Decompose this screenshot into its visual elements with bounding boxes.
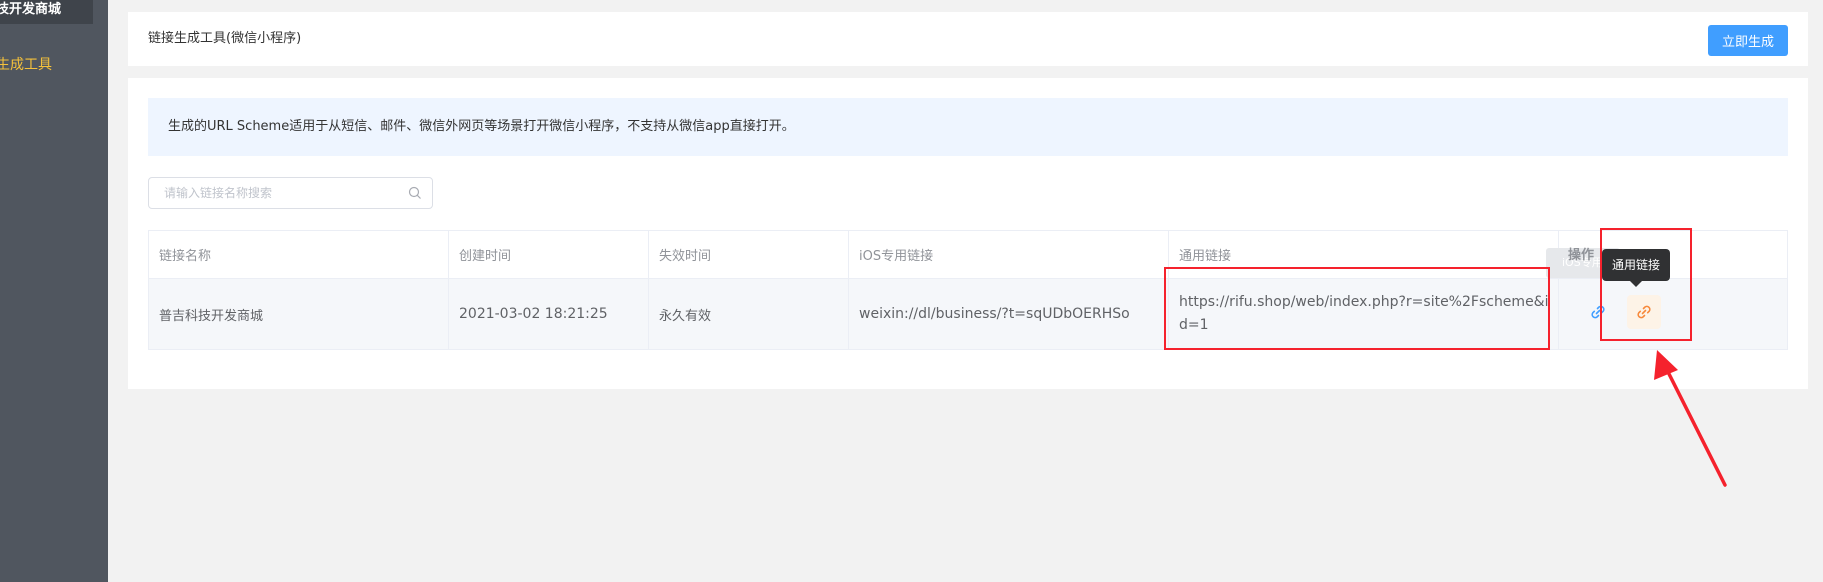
cell-ios-link: weixin://dl/business/?t=sqUDbOERHSo bbox=[849, 279, 1169, 349]
general-link-icon[interactable] bbox=[1635, 303, 1653, 321]
column-header-name: 链接名称 bbox=[149, 231, 449, 278]
actions-header-label: 操作 bbox=[1568, 248, 1595, 263]
table-header: 链接名称 创建时间 失效时间 iOS专用链接 通用链接 bbox=[149, 231, 1787, 279]
table-row: 普吉科技开发商城 2021-03-02 18:21:25 永久有效 weixin… bbox=[149, 279, 1787, 349]
annotation-arrow bbox=[1654, 350, 1727, 487]
search-box[interactable] bbox=[148, 177, 433, 209]
column-header-general-link: 通用链接 bbox=[1169, 231, 1559, 278]
generate-now-button[interactable]: 立即生成 bbox=[1708, 25, 1788, 56]
main-card: 生成的URL Scheme适用于从短信、邮件、微信外网页等场景打开微信小程序，不… bbox=[128, 78, 1808, 389]
sidebar: 技开发商城 生成工具 bbox=[0, 0, 108, 582]
ios-link-icon[interactable] bbox=[1589, 303, 1607, 321]
header-card: 链接生成工具(微信小程序) 立即生成 bbox=[128, 12, 1808, 66]
general-link-tooltip: 通用链接 bbox=[1602, 249, 1670, 287]
sidebar-store-name[interactable]: 技开发商城 bbox=[0, 0, 93, 24]
cell-created-time: 2021-03-02 18:21:25 bbox=[449, 279, 649, 349]
cell-actions bbox=[1559, 279, 1789, 349]
page-title: 链接生成工具(微信小程序) bbox=[148, 31, 302, 46]
cell-link-name: 普吉科技开发商城 bbox=[149, 279, 449, 349]
column-header-ios-link: iOS专用链接 bbox=[849, 231, 1169, 278]
links-table: 链接名称 创建时间 失效时间 iOS专用链接 通用链接 普吉科技开发商城 202… bbox=[148, 230, 1788, 350]
search-input[interactable] bbox=[149, 178, 399, 208]
search-icon[interactable] bbox=[408, 186, 422, 200]
info-notice: 生成的URL Scheme适用于从短信、邮件、微信外网页等场景打开微信小程序，不… bbox=[148, 98, 1788, 156]
column-header-created: 创建时间 bbox=[449, 231, 649, 278]
sidebar-item-generate-tool[interactable]: 生成工具 bbox=[0, 54, 108, 76]
column-header-expires: 失效时间 bbox=[649, 231, 849, 278]
cell-expire-time: 永久有效 bbox=[649, 279, 849, 349]
cell-general-link: https://rifu.shop/web/index.php?r=site%2… bbox=[1169, 279, 1559, 349]
